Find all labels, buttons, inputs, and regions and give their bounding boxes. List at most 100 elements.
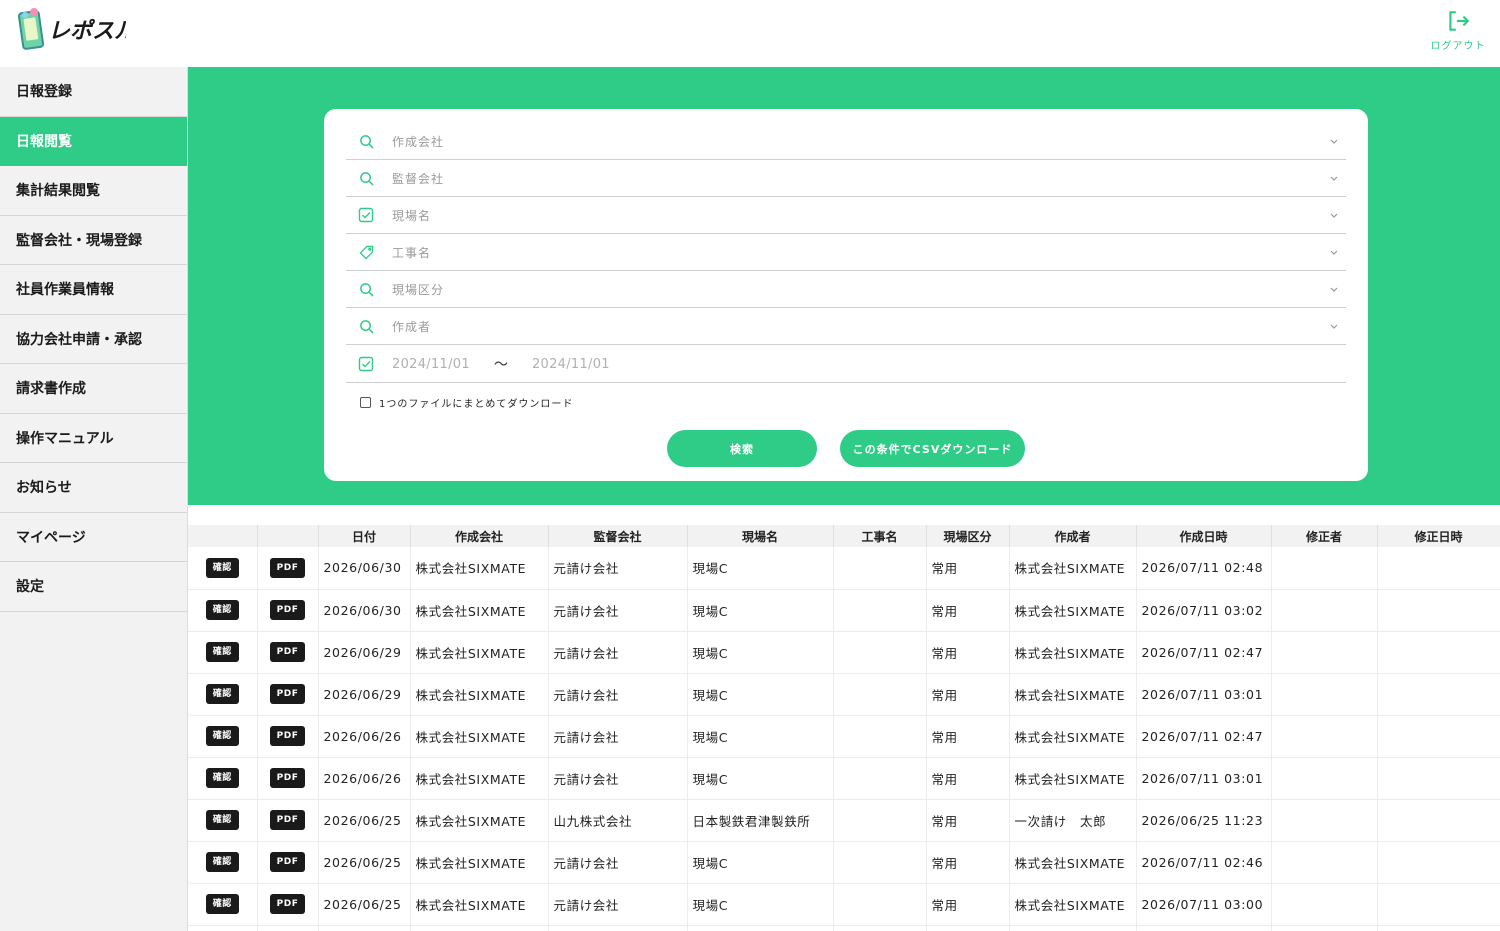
pdf-button[interactable]: PDF — [269, 810, 306, 830]
sidebar-item-settings[interactable]: 設定 — [0, 562, 187, 612]
pdf-button[interactable]: PDF — [269, 557, 306, 578]
sidebar-item-mypage[interactable]: マイページ — [0, 512, 187, 562]
site-select[interactable]: 現場名 — [346, 197, 1346, 234]
sidebar-item-invoice[interactable]: 請求書作成 — [0, 364, 187, 414]
cell-supervisor: 元請け会社 — [548, 715, 688, 758]
date-from-input[interactable]: 2024/11/01 — [392, 357, 470, 372]
sidebar-item-daily-report-view[interactable]: 日報閲覧 — [0, 116, 187, 166]
sidebar-item-manual[interactable]: 操作マニュアル — [0, 413, 187, 463]
cell-creator: 株式会社SIXMATE — [1009, 715, 1137, 758]
cell-pdf: PDF — [257, 547, 319, 590]
date-to-input[interactable]: 2024/11/01 — [532, 357, 610, 372]
cell-site: 現場C — [687, 589, 834, 632]
cell-construction — [833, 757, 927, 800]
supervisor-select[interactable]: 監督会社 — [346, 160, 1346, 197]
col-construction[interactable]: 工事名 — [833, 525, 927, 547]
date-range: 2024/11/01 〜 2024/11/01 — [346, 346, 1346, 383]
confirm-button[interactable]: 確認 — [205, 684, 239, 704]
sidebar-item-daily-report-register[interactable]: 日報登録 — [0, 67, 187, 117]
cell-pdf: PDF — [257, 631, 319, 674]
pdf-button[interactable]: PDF — [269, 642, 306, 662]
cell-supervisor: 山九株式会社 — [548, 799, 688, 842]
sidebar-item-supervisor-site-register[interactable]: 監督会社・現場登録 — [0, 215, 187, 265]
cell-construction — [833, 883, 927, 926]
confirm-button[interactable]: 確認 — [205, 642, 239, 662]
table-row[interactable]: 確認 PDF 2026/06/26 株式会社SIXMATE 元請け会社 現場C 常用 株式会社… — [188, 757, 1500, 800]
single-file-option[interactable]: 1つのファイルにまとめてダウンロード — [360, 395, 573, 410]
cell-editor — [1271, 673, 1378, 716]
pdf-button[interactable]: PDF — [269, 600, 306, 620]
table-row[interactable]: 確認 PDF 2026/06/25 株式会社SIXMATE 山九株式会社 日本製鉄君津製鉄… — [188, 799, 1500, 842]
pdf-button[interactable]: PDF — [269, 852, 306, 872]
col-supervisor[interactable]: 監督会社 — [548, 525, 688, 547]
confirm-button[interactable]: 確認 — [205, 557, 239, 578]
pdf-button[interactable]: PDF — [269, 726, 306, 746]
cell-pdf: PDF — [257, 883, 319, 926]
col-site[interactable]: 現場名 — [687, 525, 834, 547]
sidebar-item-label: 日報閲覧 — [16, 133, 72, 150]
sidebar-item-label: マイページ — [16, 529, 86, 546]
cell-date: 2026/06/25 — [318, 883, 411, 926]
search-icon — [358, 281, 374, 297]
cell-confirm: 確認 — [188, 631, 258, 674]
col-created-at[interactable]: 作成日時 — [1136, 525, 1272, 547]
logout-button[interactable]: ログアウト — [1428, 6, 1488, 56]
sidebar-item-notices[interactable]: お知らせ — [0, 463, 187, 513]
col-edited-at[interactable]: 修正日時 — [1377, 525, 1500, 547]
col-site-type[interactable]: 現場区分 — [926, 525, 1010, 547]
cell-company: 株式会社SIXMATE — [410, 799, 549, 842]
search-icon — [358, 133, 374, 149]
col-editor[interactable]: 修正者 — [1271, 525, 1378, 547]
col-creator[interactable]: 作成者 — [1009, 525, 1137, 547]
sidebar-item-aggregate-view[interactable]: 集計結果閲覧 — [0, 166, 187, 216]
cell-site-type: 常用 — [926, 673, 1010, 716]
cell-pdf: PDF — [257, 757, 319, 800]
table-row[interactable]: 確認 PDF 2026/06/25 株式会社SIXMATE 元請け会社 現場C 常用 株式会社… — [188, 883, 1500, 926]
sidebar-item-label: 社員作業員情報 — [16, 282, 114, 299]
sidebar-item-partner-approval[interactable]: 協力会社申請・承認 — [0, 314, 187, 364]
csv-download-button[interactable]: この条件でCSVダウンロード — [840, 430, 1025, 467]
report-table: 日付 作成会社 監督会社 現場名 工事名 現場区分 作成者 作成日時 修正者 修… — [188, 525, 1500, 931]
pdf-button[interactable]: PDF — [269, 894, 306, 914]
confirm-button[interactable]: 確認 — [205, 810, 239, 830]
pdf-button[interactable]: PDF — [269, 768, 306, 788]
col-company[interactable]: 作成会社 — [410, 525, 549, 547]
construction-select-label: 工事名 — [392, 245, 432, 260]
table-row[interactable]: 確認 PDF 2026/06/29 株式会社SIXMATE 元請け会社 現場C 常用 株式会社… — [188, 673, 1500, 716]
app-logo[interactable]: レポスル — [16, 6, 137, 52]
cell-site-type: 常用 — [926, 883, 1010, 926]
table-row[interactable]: 確認 PDF 2026/06/30 株式会社SIXMATE 元請け会社 現場C 常用 株式会社… — [188, 589, 1500, 632]
cell-created-at: 2026/07/11 02:47 — [1136, 715, 1272, 758]
confirm-button[interactable]: 確認 — [205, 600, 239, 620]
confirm-button[interactable]: 確認 — [205, 894, 239, 914]
cell-construction — [833, 631, 927, 674]
table-row[interactable]: 確認 PDF 2026/06/30 株式会社SIXMATE 元請け会社 現場C 常用 株式会社… — [188, 547, 1500, 590]
creator-select[interactable]: 作成者 — [346, 308, 1346, 345]
cell-confirm: 確認 — [188, 547, 258, 590]
date-range-separator: 〜 — [493, 357, 508, 373]
col-date[interactable]: 日付 — [318, 525, 411, 547]
sidebar-item-employee-info[interactable]: 社員作業員情報 — [0, 265, 187, 315]
confirm-button[interactable]: 確認 — [205, 852, 239, 872]
cell-confirm: 確認 — [188, 673, 258, 716]
cell-construction — [833, 547, 927, 590]
site-type-select[interactable]: 現場区分 — [346, 271, 1346, 308]
single-file-checkbox[interactable] — [360, 397, 371, 408]
cell-created-at: 2026/07/11 03:02 — [1136, 589, 1272, 632]
search-panel: 作成会社 監督会社 現場名 工事名 現場区分 作成者 2024/11/01 〜 … — [188, 67, 1500, 505]
table-row[interactable]: 確認 PDF 2026/06/25 株式会社SIXMATE 元請け会社 現場C 常用 株式会社… — [188, 841, 1500, 884]
cell-confirm — [188, 925, 258, 931]
table-row[interactable]: 確認 PDF 2026/06/26 株式会社SIXMATE 元請け会社 現場C 常用 株式会社… — [188, 715, 1500, 758]
sidebar-item-label: 請求書作成 — [16, 381, 86, 398]
construction-select[interactable]: 工事名 — [346, 234, 1346, 271]
search-card: 作成会社 監督会社 現場名 工事名 現場区分 作成者 2024/11/01 〜 … — [324, 109, 1368, 481]
sidebar-item-label: 日報登録 — [16, 84, 72, 101]
table-row[interactable] — [188, 925, 1500, 931]
search-button[interactable]: 検索 — [667, 430, 817, 467]
confirm-button[interactable]: 確認 — [205, 726, 239, 746]
table-row[interactable]: 確認 PDF 2026/06/29 株式会社SIXMATE 元請け会社 現場C 常用 株式会社… — [188, 631, 1500, 674]
pdf-button[interactable]: PDF — [269, 684, 306, 704]
cell-creator: 株式会社SIXMATE — [1009, 883, 1137, 926]
confirm-button[interactable]: 確認 — [205, 768, 239, 788]
company-select[interactable]: 作成会社 — [346, 123, 1346, 160]
